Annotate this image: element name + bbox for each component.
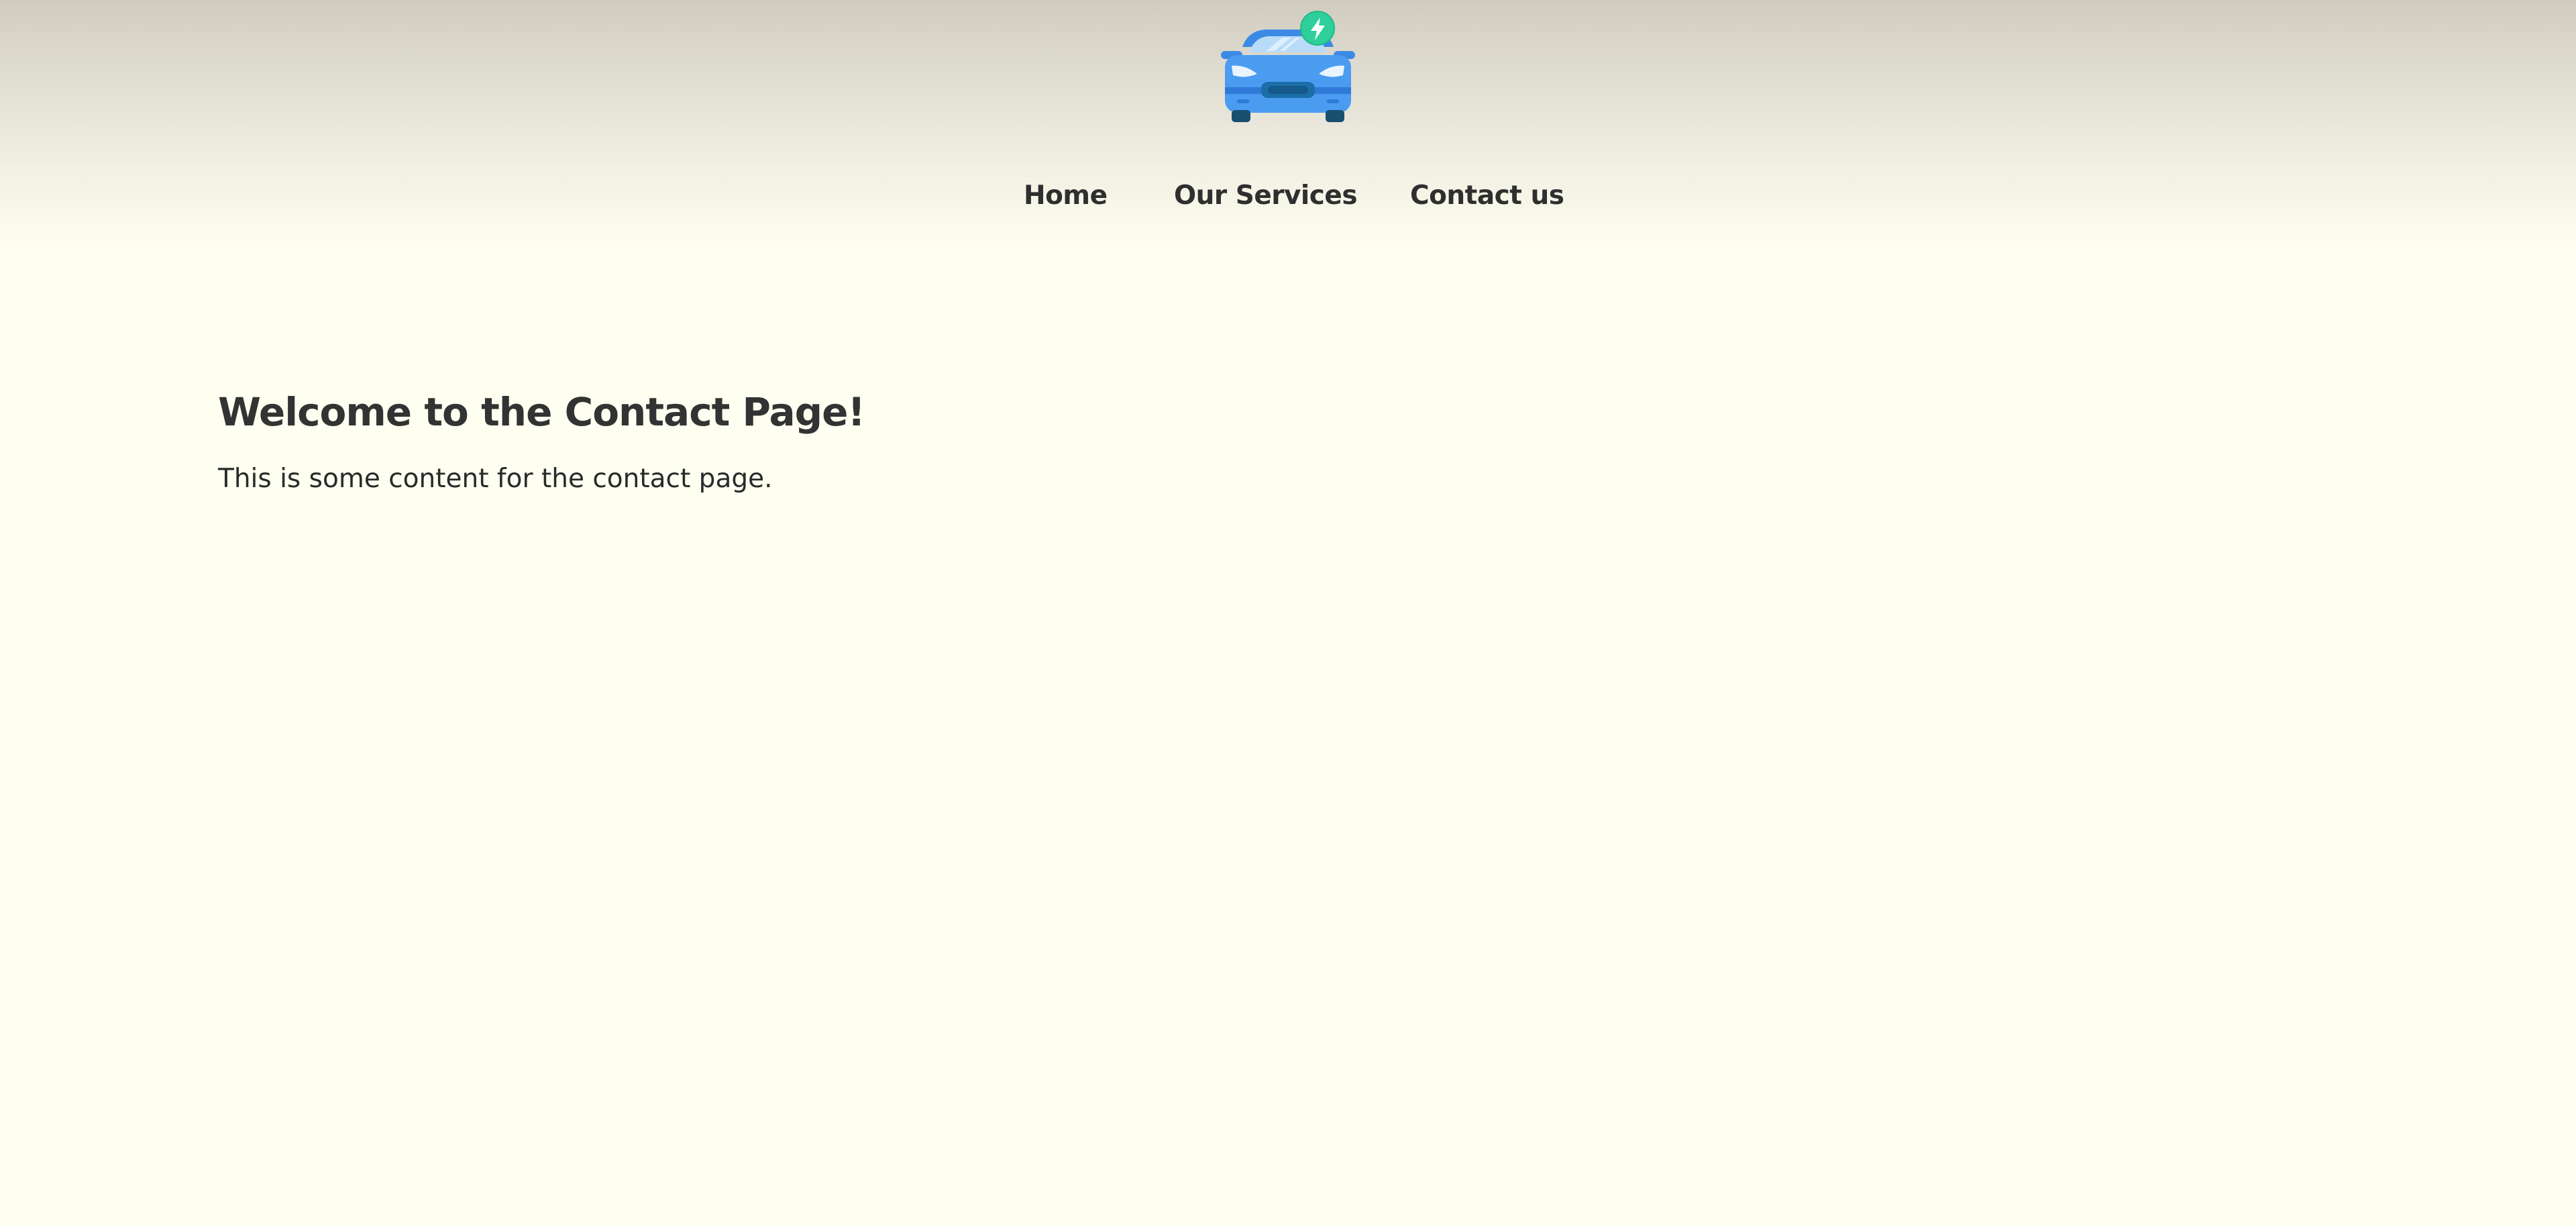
page-title: Welcome to the Contact Page!: [218, 389, 865, 435]
nav-link-our-services[interactable]: Our Services: [1174, 176, 1358, 216]
page-body-text: This is some content for the contact pag…: [218, 464, 773, 494]
electric-car-icon: [1221, 11, 1355, 122]
nav-link-contact-us[interactable]: Contact us: [1410, 176, 1564, 216]
main-content: Welcome to the Contact Page! This is som…: [218, 382, 2365, 498]
site-header: Home Our Services Contact us: [0, 0, 2576, 248]
logo-link[interactable]: [1218, 9, 1358, 125]
main-nav: Home Our Services Contact us: [0, 176, 2576, 216]
nav-link-home[interactable]: Home: [1024, 176, 1108, 216]
